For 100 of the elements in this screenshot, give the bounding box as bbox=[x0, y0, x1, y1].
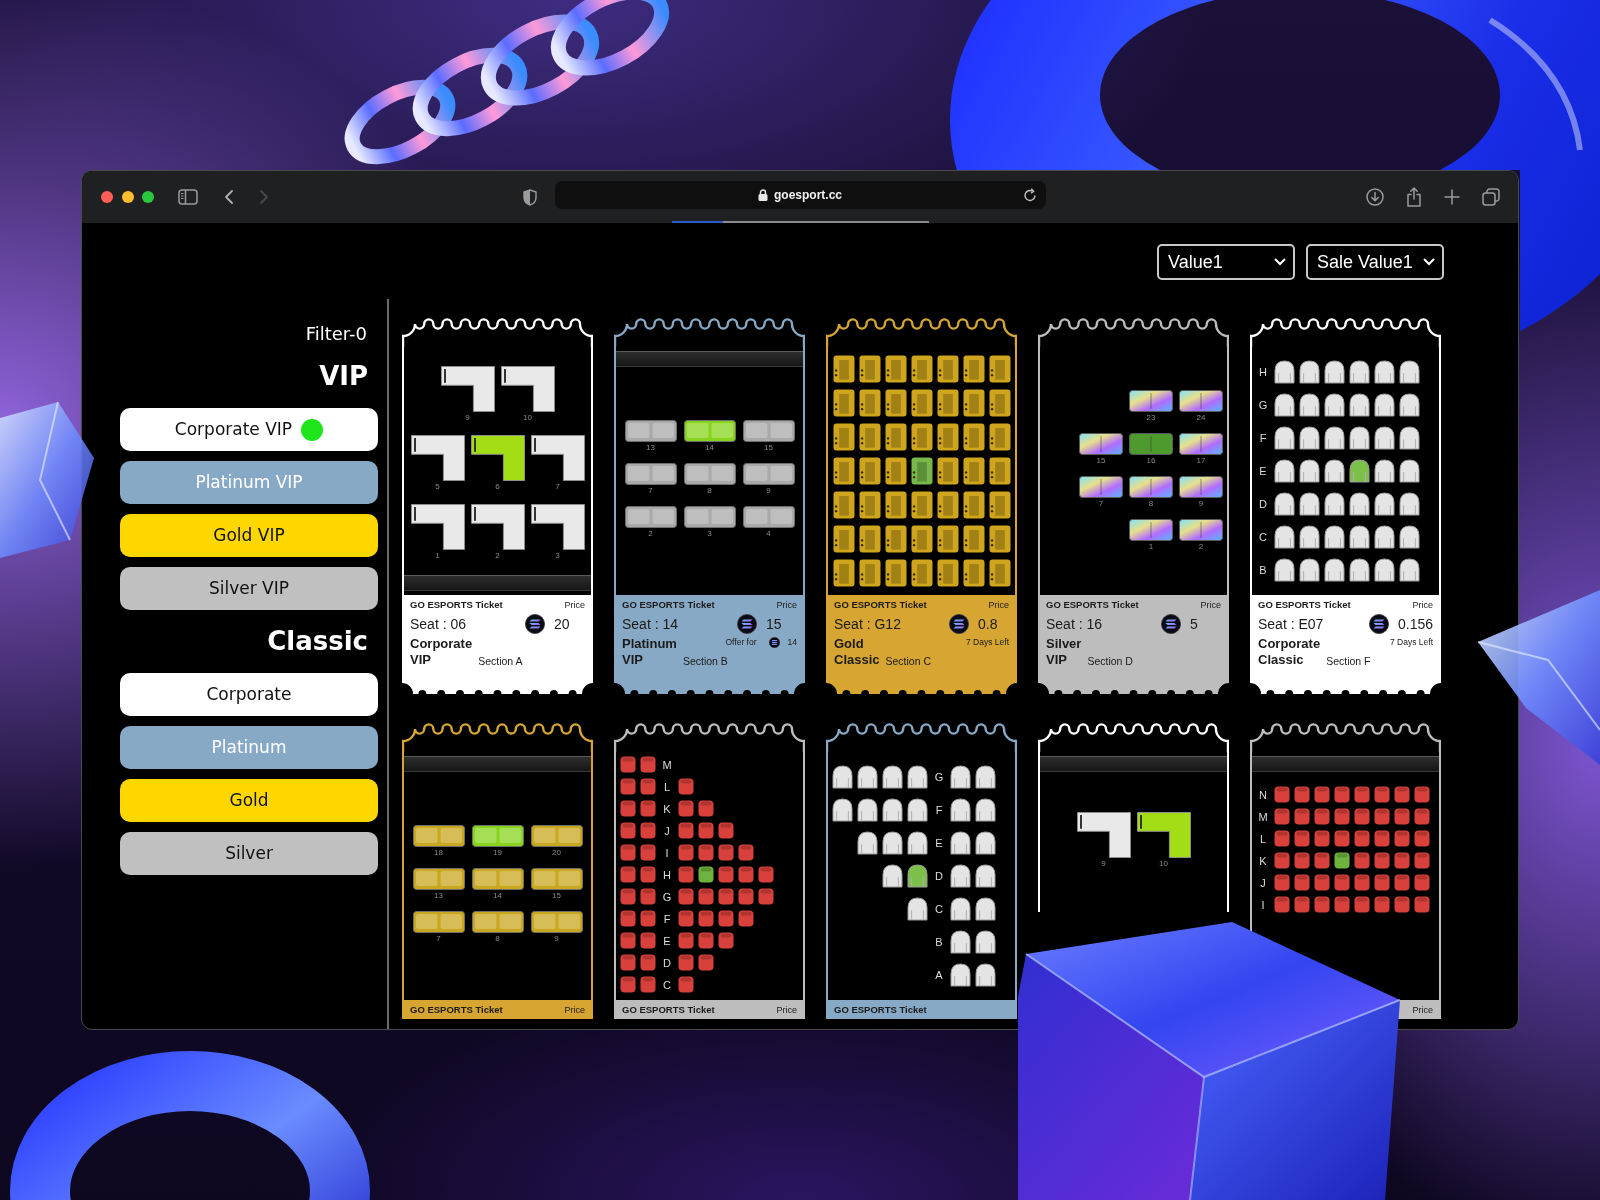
row-label: C bbox=[663, 978, 671, 991]
seat-number: 7 bbox=[436, 933, 441, 944]
seat-number: 9 bbox=[1198, 499, 1204, 509]
ticket-brand: GO ESPORTS Ticket bbox=[1046, 599, 1139, 611]
row-label: E bbox=[1259, 465, 1267, 477]
seat-number: 17 bbox=[1196, 456, 1206, 466]
seat-number: 8 bbox=[707, 485, 712, 496]
coin-icon bbox=[1368, 614, 1389, 634]
seat-number: 6 bbox=[495, 481, 500, 492]
coin-icon bbox=[525, 614, 545, 634]
plus-icon[interactable] bbox=[1444, 189, 1460, 205]
seat-number: 9 bbox=[1101, 858, 1106, 869]
row-label: H bbox=[1259, 366, 1267, 378]
seat-number: 20 bbox=[552, 847, 561, 858]
filter-button[interactable]: Silver VIP bbox=[120, 567, 378, 610]
ticket-brand: GO ESPORTS Ticket bbox=[622, 1004, 715, 1016]
close-icon[interactable] bbox=[101, 191, 113, 203]
section-label: Section A bbox=[477, 655, 524, 668]
seat-number: 8 bbox=[1148, 499, 1154, 509]
coin-icon bbox=[1161, 614, 1181, 634]
seat-number: 14 bbox=[493, 890, 502, 901]
seat-number: 5 bbox=[435, 481, 440, 492]
seat-number: 14 bbox=[705, 442, 714, 453]
refresh-icon[interactable] bbox=[1022, 188, 1037, 202]
filter-dropdown[interactable]: Value1 bbox=[1157, 244, 1295, 280]
row-label: E bbox=[663, 934, 671, 947]
share-icon[interactable] bbox=[1406, 187, 1422, 207]
row-label: B bbox=[935, 936, 943, 948]
row-label: L bbox=[1259, 832, 1267, 845]
seat-number: 15 bbox=[764, 442, 773, 453]
time-left-label: 7 Days Left bbox=[1390, 636, 1433, 648]
shield-icon[interactable] bbox=[522, 188, 537, 206]
maximize-icon[interactable] bbox=[142, 191, 154, 203]
download-icon[interactable] bbox=[1366, 188, 1384, 206]
url-text: goesport.cc bbox=[774, 188, 842, 202]
seat-number: 3 bbox=[707, 528, 712, 539]
chevron-left-icon[interactable] bbox=[225, 190, 233, 204]
coin-icon bbox=[949, 614, 969, 634]
price-value: 15 bbox=[765, 615, 783, 633]
seat-number: 13 bbox=[646, 442, 655, 453]
ticket-brand: GO ESPORTS Ticket bbox=[1258, 599, 1351, 611]
seat-number: 13 bbox=[434, 890, 443, 901]
seat-number: 1 bbox=[1148, 542, 1154, 552]
seat-label: Seat : G12 bbox=[834, 615, 902, 633]
ticket-brand: GO ESPORTS Ticket bbox=[834, 1004, 927, 1016]
seat-number: 16 bbox=[1146, 456, 1156, 466]
seat-number: 7 bbox=[555, 481, 560, 492]
filter-dropdown[interactable]: Sale Value1 bbox=[1306, 244, 1444, 280]
section-label: Section D bbox=[1086, 655, 1134, 668]
seat-number: 23 bbox=[1146, 413, 1156, 423]
sidebar-icon[interactable] bbox=[178, 189, 198, 205]
seat-number: 15 bbox=[1096, 456, 1106, 466]
seat-label: Seat : 14 bbox=[622, 615, 680, 633]
time-left-label: 7 Days Left bbox=[966, 636, 1009, 648]
seat-number: 9 bbox=[554, 933, 559, 944]
seat-number: 24 bbox=[1196, 413, 1206, 423]
seat-number: 9 bbox=[465, 412, 470, 423]
row-label: A bbox=[935, 969, 943, 981]
price-label: Price bbox=[1412, 1004, 1433, 1016]
row-label: M bbox=[662, 758, 672, 771]
seat-label: Seat : E07 bbox=[1258, 615, 1325, 633]
row-label: D bbox=[935, 870, 943, 882]
price-value: 0.156 bbox=[1396, 615, 1433, 633]
caret-icon bbox=[1274, 258, 1286, 266]
row-label: F bbox=[663, 912, 671, 925]
row-label: J bbox=[664, 824, 670, 837]
seat-number: 10 bbox=[523, 412, 532, 423]
address-bar[interactable]: goesport.cc bbox=[554, 181, 1046, 209]
filter-button[interactable]: Gold bbox=[120, 779, 378, 822]
section-label: Section B bbox=[681, 655, 729, 668]
row-label: C bbox=[935, 903, 943, 915]
ticket-brand: GO ESPORTS Ticket bbox=[834, 599, 927, 611]
coin-icon bbox=[737, 614, 757, 634]
seat-number: 9 bbox=[766, 485, 771, 496]
seat-number: 15 bbox=[552, 890, 561, 901]
ticket-brand: GO ESPORTS Ticket bbox=[622, 599, 715, 611]
filter-button[interactable]: Corporate VIP bbox=[120, 408, 378, 451]
seat-number: 1 bbox=[435, 550, 440, 561]
price-label: Price bbox=[1412, 599, 1433, 611]
caret-icon bbox=[1423, 258, 1435, 266]
price-label: Price bbox=[776, 599, 797, 611]
offer-price: 14 bbox=[787, 636, 797, 648]
seat-number: 3 bbox=[555, 550, 560, 561]
tier-name: Corporate Classic bbox=[1258, 636, 1321, 668]
row-label: J bbox=[1260, 876, 1266, 889]
lock-icon bbox=[758, 189, 768, 201]
row-label: B bbox=[1259, 564, 1267, 576]
filter-button[interactable]: Gold VIP bbox=[120, 514, 378, 557]
tier-name: Silver VIP bbox=[1046, 636, 1082, 668]
filter-button[interactable]: Silver bbox=[120, 832, 378, 875]
seat-label: Seat : 06 bbox=[410, 615, 468, 633]
section-label: Section F bbox=[1325, 655, 1372, 668]
offer-label: Offer for bbox=[725, 636, 757, 648]
seat-number: 7 bbox=[648, 485, 653, 496]
filter-button[interactable]: Corporate bbox=[120, 673, 378, 716]
seat-number: 18 bbox=[434, 847, 443, 858]
row-label: D bbox=[1259, 498, 1267, 510]
overlapping-squares-icon[interactable] bbox=[1482, 188, 1500, 206]
minimize-icon[interactable] bbox=[121, 191, 134, 203]
row-label: L bbox=[663, 780, 671, 793]
